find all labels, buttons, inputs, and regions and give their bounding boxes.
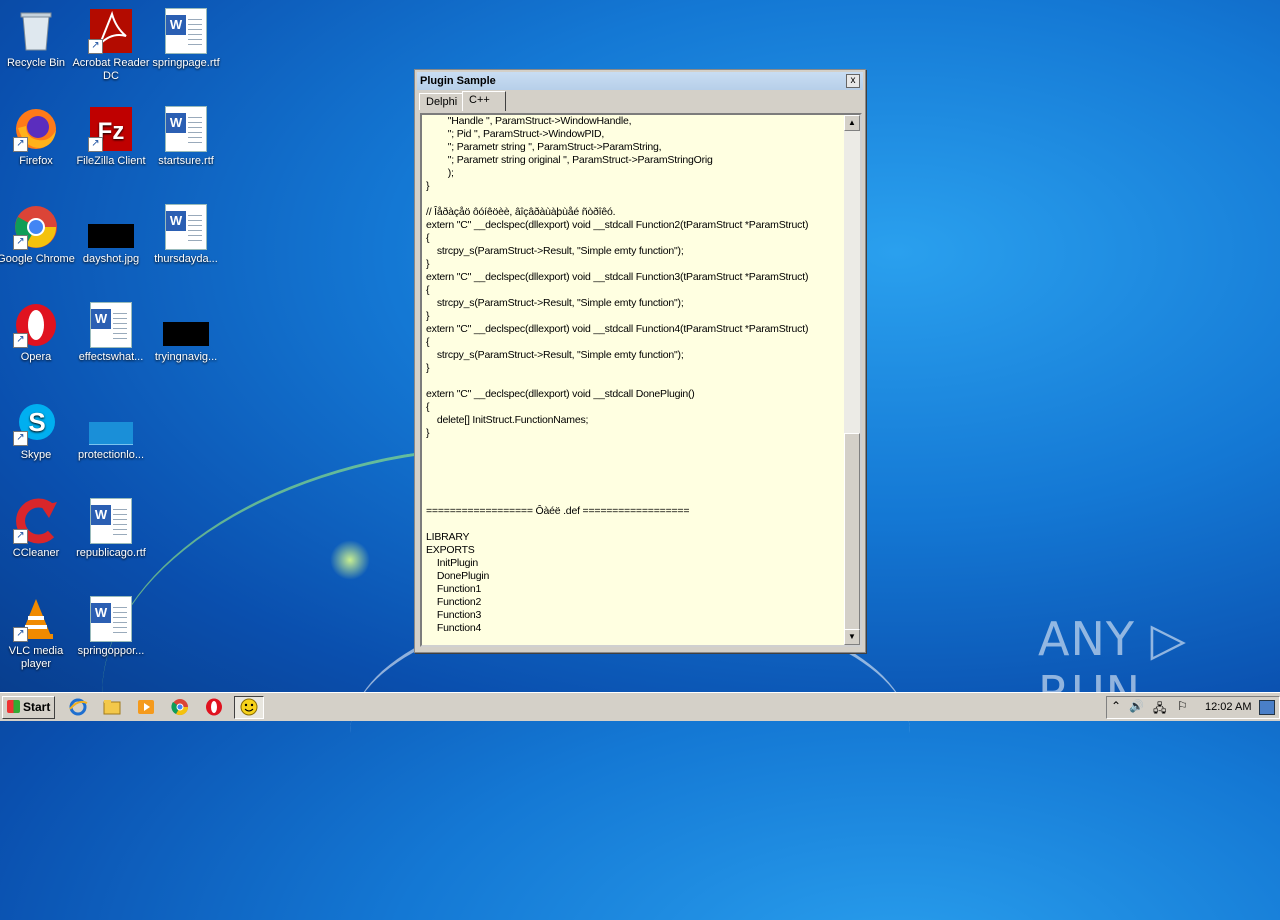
ie-icon[interactable]: [68, 697, 88, 717]
desktop-icon-protectionlo[interactable]: protectionlo...: [69, 400, 153, 462]
desktop-icon-springpage[interactable]: W springpage.rtf: [144, 8, 228, 70]
image-file-icon: [163, 302, 209, 348]
plugin-sample-window[interactable]: Plugin Sample x Delphi C++ "Handle ", Pa…: [414, 69, 866, 653]
start-button[interactable]: Start: [2, 696, 55, 719]
volume-icon[interactable]: 🔊: [1129, 699, 1144, 713]
desktop-icon-republicago[interactable]: W republicago.rtf: [69, 498, 153, 560]
skype-icon: S ↗: [13, 400, 59, 446]
window-title: Plugin Sample: [420, 75, 496, 87]
recycle-bin-icon: [13, 8, 59, 54]
shortcut-arrow-icon: ↗: [13, 431, 28, 446]
shortcut-arrow-icon: ↗: [88, 137, 103, 152]
opera-icon: ↗: [13, 302, 59, 348]
shortcut-arrow-icon: ↗: [13, 627, 28, 642]
code-text: "Handle ", ParamStruct->WindowHandle, ";…: [426, 115, 809, 634]
code-editor[interactable]: "Handle ", ParamStruct->WindowHandle, ";…: [420, 113, 862, 647]
shortcut-arrow-icon: ↗: [13, 333, 28, 348]
plugin-sample-icon[interactable]: [234, 696, 264, 719]
start-label: Start: [23, 700, 51, 714]
opera-icon[interactable]: [204, 697, 224, 717]
show-desktop-icon[interactable]: [1259, 700, 1275, 715]
desktop-icon-startsure[interactable]: W startsure.rtf: [144, 106, 228, 168]
desktop-icon-effectswhat[interactable]: W effectswhat...: [69, 302, 153, 364]
word-doc-icon: W: [163, 204, 209, 250]
desktop-icon-firefox[interactable]: ↗ Firefox: [0, 106, 78, 168]
media-player-icon[interactable]: [136, 697, 156, 717]
windows-logo-icon: [7, 700, 20, 713]
acrobat-icon: ↗: [88, 8, 134, 54]
desktop-icon-recycle-bin[interactable]: Recycle Bin: [0, 8, 78, 70]
window-titlebar[interactable]: Plugin Sample x: [417, 72, 863, 90]
desktop-icon-acrobat[interactable]: ↗ Acrobat Reader DC: [69, 8, 153, 83]
wallpaper-glow: [330, 540, 370, 580]
image-file-icon: [88, 204, 134, 250]
shortcut-arrow-icon: ↗: [88, 39, 103, 54]
word-doc-icon: W: [88, 498, 134, 544]
tab-cpp[interactable]: C++: [462, 91, 506, 111]
network-icon[interactable]: 🖧: [1153, 699, 1166, 720]
desktop-icon-tryingnavig[interactable]: tryingnavig...: [144, 302, 228, 364]
action-center-flag-icon[interactable]: ⚐: [1177, 699, 1188, 713]
desktop-icon-ccleaner[interactable]: ↗ CCleaner: [0, 498, 78, 560]
word-doc-icon: W: [88, 596, 134, 642]
word-doc-icon: W: [163, 106, 209, 152]
desktop-icon-google-chrome[interactable]: ↗ Google Chrome: [0, 204, 78, 266]
show-hidden-icons-icon[interactable]: ⌃: [1111, 699, 1121, 713]
taskbar: Start ⌃ 🔊 🖧 ⚐ 12:02 AM: [0, 692, 1280, 721]
ccleaner-icon: ↗: [13, 498, 59, 544]
desktop-icon-springoppor[interactable]: W springoppor...: [69, 596, 153, 658]
clock[interactable]: 12:02 AM: [1205, 701, 1251, 713]
shortcut-arrow-icon: ↗: [13, 137, 28, 152]
file-icon: [88, 400, 134, 446]
tab-delphi[interactable]: Delphi: [419, 93, 465, 110]
shortcut-arrow-icon: ↗: [13, 529, 28, 544]
chrome-icon[interactable]: [170, 697, 190, 717]
firefox-icon: ↗: [13, 106, 59, 152]
vlc-icon: ↗: [13, 596, 59, 642]
scrollbar-thumb[interactable]: [844, 433, 860, 631]
desktop-icon-vlc[interactable]: ↗ VLC media player: [0, 596, 78, 671]
system-tray: ⌃ 🔊 🖧 ⚐ 12:02 AM: [1106, 696, 1280, 719]
scroll-down-icon[interactable]: ▼: [844, 629, 860, 645]
svg-text:S: S: [28, 407, 45, 437]
desktop-icon-skype[interactable]: S ↗ Skype: [0, 400, 78, 462]
filezilla-icon: Fz ↗: [88, 106, 134, 152]
close-icon[interactable]: x: [846, 74, 860, 88]
shortcut-arrow-icon: ↗: [13, 235, 28, 250]
explorer-icon[interactable]: [102, 697, 122, 717]
vertical-scrollbar[interactable]: ▲ ▼: [844, 115, 860, 645]
word-doc-icon: W: [88, 302, 134, 348]
desktop-icon-thursdayda[interactable]: W thursdayda...: [144, 204, 228, 266]
desktop-icon-filezilla[interactable]: Fz ↗ FileZilla Client: [69, 106, 153, 168]
word-doc-icon: W: [163, 8, 209, 54]
chrome-icon: ↗: [13, 204, 59, 250]
desktop-icon-dayshot[interactable]: dayshot.jpg: [69, 204, 153, 266]
desktop-icon-opera[interactable]: ↗ Opera: [0, 302, 78, 364]
scroll-up-icon[interactable]: ▲: [844, 115, 860, 131]
